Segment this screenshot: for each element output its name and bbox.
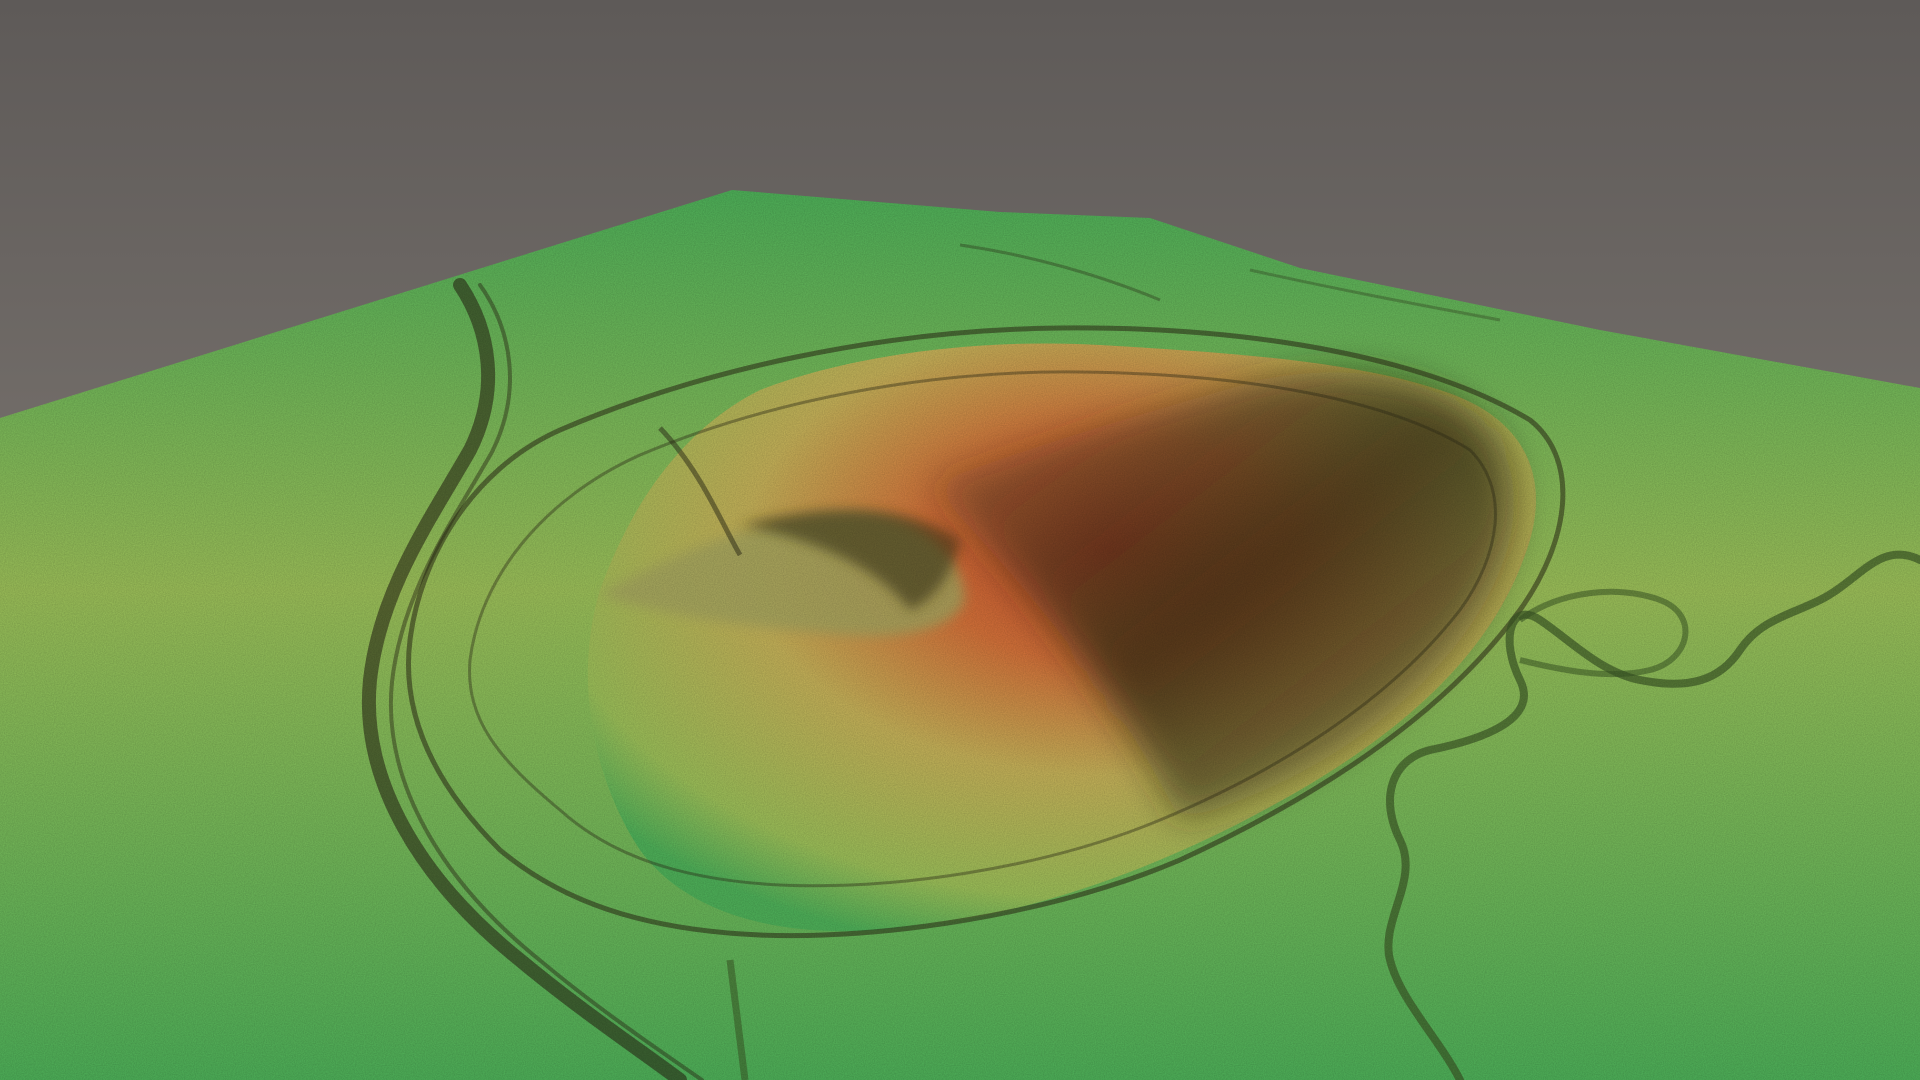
lidar-terrain-scene [0, 0, 1920, 1080]
